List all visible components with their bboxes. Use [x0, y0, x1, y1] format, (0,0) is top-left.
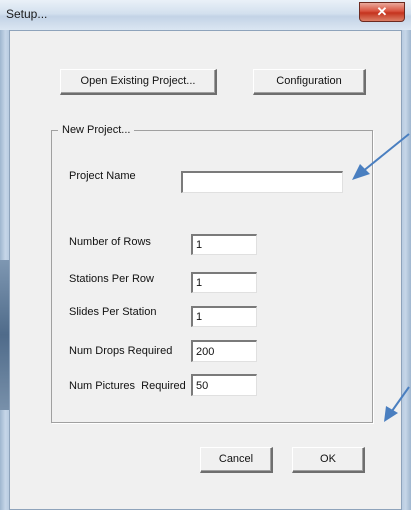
num-pictures-required-input[interactable]	[191, 374, 257, 396]
project-name-input[interactable]	[181, 171, 343, 193]
close-button[interactable]: ✕	[359, 2, 405, 22]
window-frame-right	[402, 30, 411, 510]
cancel-button[interactable]: Cancel	[200, 447, 273, 473]
frame-shadow	[0, 260, 9, 410]
title-bar[interactable]: Setup... ✕	[0, 0, 411, 30]
number-of-rows-input[interactable]	[191, 234, 257, 255]
window-frame-left	[0, 30, 9, 510]
ok-button[interactable]: OK	[292, 447, 365, 473]
num-drops-required-label: Num Drops Required	[69, 345, 173, 357]
num-pictures-required-label: Num Pictures Required	[69, 380, 186, 392]
configuration-button[interactable]: Configuration	[253, 69, 366, 95]
stations-per-row-label: Stations Per Row	[69, 273, 154, 285]
stations-per-row-input[interactable]	[191, 272, 257, 293]
arrow-icon	[352, 133, 410, 180]
slides-per-station-label: Slides Per Station	[69, 306, 157, 318]
window-title: Setup...	[6, 7, 48, 21]
open-existing-project-button[interactable]: Open Existing Project...	[60, 69, 217, 95]
new-project-group-title: New Project...	[58, 124, 135, 136]
project-name-label: Project Name	[69, 170, 136, 182]
num-drops-required-input[interactable]	[191, 340, 257, 362]
number-of-rows-label: Number of Rows	[69, 236, 151, 248]
close-icon: ✕	[376, 4, 388, 19]
setup-dialog: Setup... ✕ Open Existing Project... Conf…	[0, 0, 411, 510]
slides-per-station-input[interactable]	[191, 306, 257, 327]
arrow-icon	[384, 386, 410, 422]
